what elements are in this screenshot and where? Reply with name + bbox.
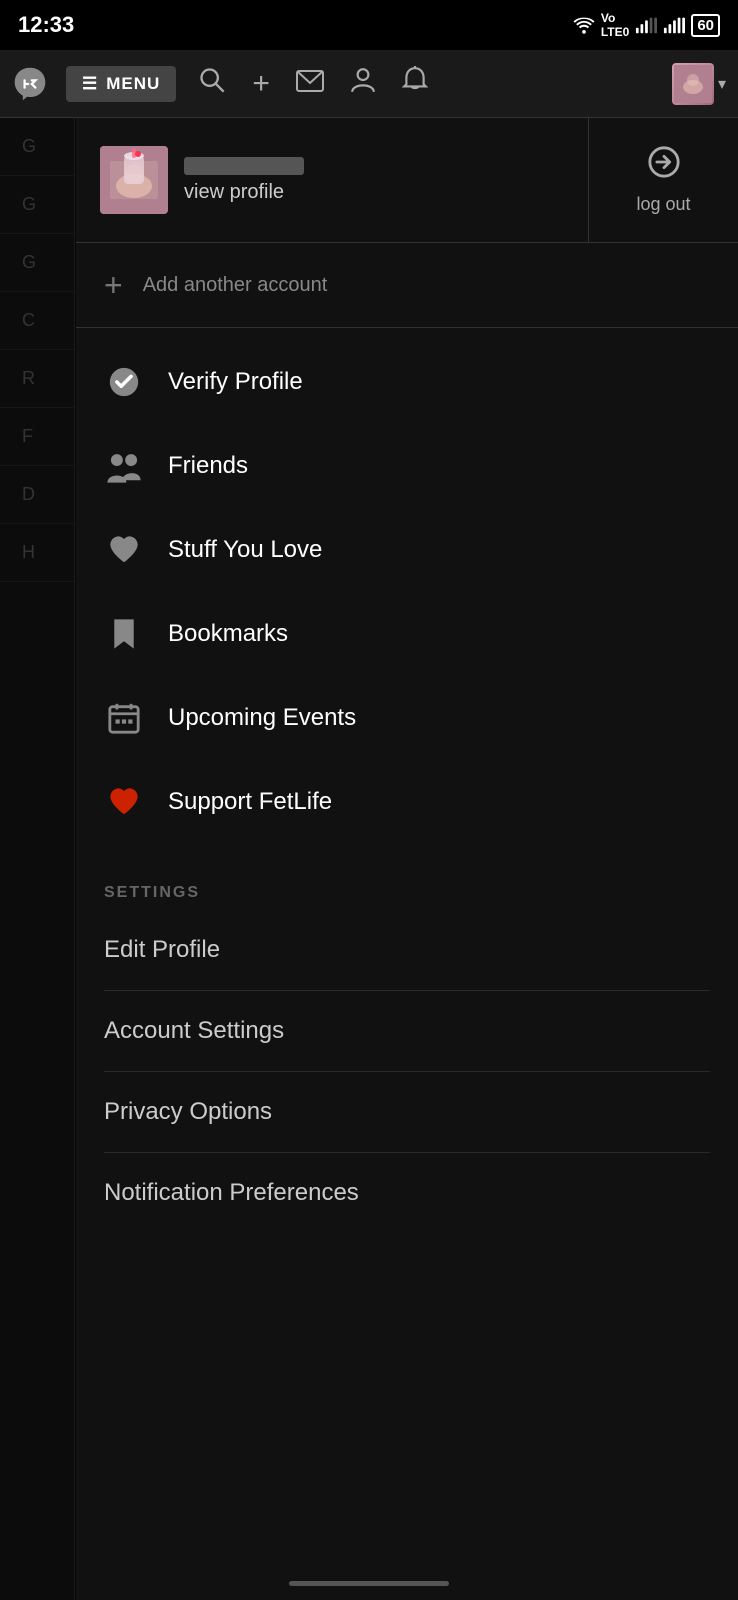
add-icon[interactable]: + [248,67,274,101]
mail-icon[interactable] [292,68,328,99]
menu-item-verify-profile-label: Verify Profile [168,368,303,396]
logout-button[interactable]: log out [588,118,738,242]
app-logo [12,66,48,102]
bookmark-icon [104,614,144,654]
add-account-button[interactable]: + Add another account [76,243,738,328]
profile-info: view profile [184,157,304,204]
menu-item-support-label: Support FetLife [168,788,332,816]
status-time: 12:33 [18,12,74,38]
support-heart-icon [104,782,144,822]
signal-icon-2 [663,16,685,34]
wifi-icon [573,16,595,34]
menu-item-upcoming-events[interactable]: Upcoming Events [76,676,738,760]
top-nav: ☰ MENU + [0,50,738,118]
add-account-icon: + [104,269,123,301]
friends-icon [104,446,144,486]
nav-avatar-group[interactable]: ▾ [672,63,726,105]
search-icon[interactable] [194,66,230,101]
menu-item-bookmarks-label: Bookmarks [168,620,288,648]
signal-icon-1 [635,16,657,34]
settings-item-edit-profile[interactable]: Edit Profile [104,910,710,991]
settings-section: SETTINGS Edit Profile Account Settings P… [76,856,738,1241]
profile-username-blur [184,157,304,175]
notifications-icon[interactable] [398,66,432,101]
menu-item-stuff-you-love[interactable]: Stuff You Love [76,508,738,592]
status-bar: 12:33 VoLTE0 60 [0,0,738,50]
privacy-options-label: Privacy Options [104,1098,272,1125]
account-settings-label: Account Settings [104,1017,284,1044]
add-account-label: Add another account [143,274,328,297]
menu-item-verify-profile[interactable]: Verify Profile [76,340,738,424]
settings-item-privacy-options[interactable]: Privacy Options [104,1072,710,1153]
calendar-icon [104,698,144,738]
edit-profile-label: Edit Profile [104,936,220,963]
status-icons: VoLTE0 60 [573,11,720,39]
vo-icon: VoLTE0 [601,11,629,39]
logout-label: log out [636,194,690,215]
logout-icon [647,145,681,186]
view-profile-label: view profile [184,181,304,204]
home-indicator [289,1581,449,1586]
battery-indicator: 60 [691,14,720,37]
notification-preferences-label: Notification Preferences [104,1179,359,1206]
dropdown-panel: view profile log out + Add another accou… [76,118,738,1600]
menu-item-bookmarks[interactable]: Bookmarks [76,592,738,676]
chevron-down-icon: ▾ [718,74,726,94]
menu-item-events-label: Upcoming Events [168,704,356,732]
menu-button[interactable]: ☰ MENU [66,66,176,102]
verify-icon [104,362,144,402]
menu-item-friends[interactable]: Friends [76,424,738,508]
settings-item-account-settings[interactable]: Account Settings [104,991,710,1072]
profile-avatar [100,146,168,214]
menu-item-stuff-label: Stuff You Love [168,536,322,564]
menu-item-friends-label: Friends [168,452,248,480]
nav-avatar [672,63,714,105]
settings-header: SETTINGS [104,884,710,902]
menu-items-list: Verify Profile Friends Stuff You Love [76,328,738,856]
hamburger-icon: ☰ [82,74,98,94]
profile-section: view profile log out [76,118,738,243]
profile-icon[interactable] [346,66,380,101]
settings-item-notification-preferences[interactable]: Notification Preferences [104,1153,710,1233]
menu-item-support[interactable]: Support FetLife [76,760,738,844]
profile-left[interactable]: view profile [76,118,588,242]
heart-icon [104,530,144,570]
